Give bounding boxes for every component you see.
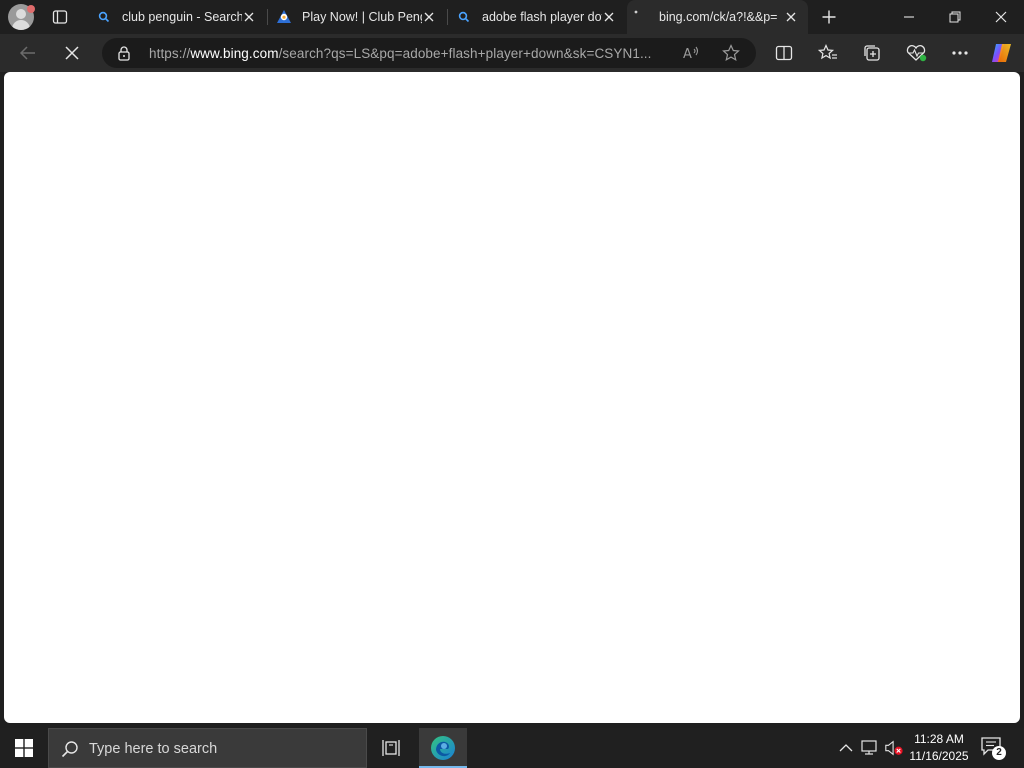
notification-count-badge: 2 bbox=[992, 746, 1006, 760]
favorites-list-icon bbox=[818, 44, 837, 60]
minimize-button[interactable] bbox=[886, 0, 932, 34]
tab-strip: club penguin - Search Play Now! | Club P… bbox=[0, 0, 1024, 34]
close-tab-icon[interactable] bbox=[602, 10, 616, 24]
clock-time: 11:28 AM bbox=[914, 732, 964, 746]
tab-club-penguin-search[interactable]: club penguin - Search bbox=[88, 0, 266, 34]
network-button[interactable] bbox=[860, 738, 880, 758]
new-tab-button[interactable] bbox=[818, 6, 840, 28]
copilot-icon bbox=[992, 44, 1011, 62]
volume-muted-icon bbox=[885, 740, 903, 756]
restore-icon bbox=[949, 11, 961, 23]
club-penguin-icon bbox=[276, 9, 292, 25]
browser-essentials-button[interactable] bbox=[902, 40, 930, 66]
page-content-area[interactable] bbox=[4, 72, 1020, 723]
loading-icon bbox=[629, 9, 645, 25]
start-button[interactable] bbox=[0, 728, 48, 768]
url-prefix: https:// bbox=[149, 46, 191, 61]
tab-actions-button[interactable] bbox=[48, 6, 72, 28]
tab-title: Play Now! | Club Peng bbox=[302, 10, 422, 24]
windows-taskbar: Type here to search 11:28 AM 11/16/2025 … bbox=[0, 728, 1024, 768]
favorites-button[interactable] bbox=[814, 40, 842, 66]
bing-search-icon bbox=[456, 9, 472, 25]
action-center-button[interactable]: 2 bbox=[980, 736, 1006, 760]
favorite-star-icon[interactable] bbox=[721, 44, 741, 62]
url-text[interactable]: https://www.bing.com/search?qs=LS&pq=ado… bbox=[149, 46, 652, 61]
task-view-icon bbox=[382, 740, 400, 756]
show-hidden-icons-button[interactable] bbox=[836, 738, 856, 758]
split-screen-button[interactable] bbox=[770, 40, 798, 66]
search-icon bbox=[61, 741, 78, 758]
edge-browser-icon bbox=[431, 736, 455, 760]
read-aloud-icon[interactable]: A bbox=[682, 44, 702, 62]
taskbar-search-box[interactable]: Type here to search bbox=[48, 728, 367, 768]
ellipsis-icon bbox=[952, 51, 968, 55]
tab-title: adobe flash player dov bbox=[482, 10, 602, 24]
taskbar-clock[interactable]: 11:28 AM 11/16/2025 bbox=[902, 731, 976, 765]
close-tab-icon[interactable] bbox=[242, 10, 256, 24]
restore-button[interactable] bbox=[932, 0, 978, 34]
stop-icon bbox=[65, 46, 79, 60]
plus-icon bbox=[822, 10, 836, 24]
url-host: www.bing.com bbox=[190, 46, 279, 61]
heart-pulse-icon bbox=[906, 45, 927, 62]
address-bar[interactable]: https://www.bing.com/search?qs=LS&pq=ado… bbox=[102, 38, 756, 68]
stop-loading-button[interactable] bbox=[58, 40, 86, 66]
minimize-icon bbox=[904, 16, 914, 18]
task-view-button[interactable] bbox=[368, 728, 416, 768]
bing-search-icon bbox=[96, 9, 112, 25]
tab-title: bing.com/ck/a?!&&p= bbox=[659, 10, 777, 24]
windows-logo-icon bbox=[15, 739, 33, 757]
profile-notification-dot bbox=[27, 5, 35, 13]
clock-date: 11/16/2025 bbox=[909, 749, 969, 763]
volume-button[interactable] bbox=[884, 738, 904, 758]
tab-adobe-flash-search[interactable]: adobe flash player dov bbox=[448, 0, 626, 34]
tab-club-penguin-play[interactable]: Play Now! | Club Peng bbox=[268, 0, 446, 34]
vertical-tabs-icon bbox=[52, 10, 68, 24]
close-icon bbox=[995, 11, 1007, 23]
back-arrow-icon bbox=[19, 46, 35, 60]
copilot-button[interactable] bbox=[988, 40, 1016, 66]
tab-title: club penguin - Search bbox=[122, 10, 242, 24]
avatar-head bbox=[16, 9, 26, 19]
back-button[interactable] bbox=[14, 40, 42, 66]
lock-icon[interactable] bbox=[116, 45, 132, 61]
url-path: /search?qs=LS&pq=adobe+flash+player+down… bbox=[278, 46, 652, 61]
close-tab-icon[interactable] bbox=[784, 10, 798, 24]
collections-icon bbox=[864, 45, 880, 61]
close-tab-icon[interactable] bbox=[422, 10, 436, 24]
settings-more-button[interactable] bbox=[946, 40, 974, 66]
tab-bing-redirect[interactable]: bing.com/ck/a?!&&p= bbox=[627, 0, 808, 34]
avatar-body bbox=[12, 20, 30, 30]
split-screen-icon bbox=[775, 45, 793, 61]
close-window-button[interactable] bbox=[978, 0, 1024, 34]
collections-button[interactable] bbox=[858, 40, 886, 66]
browser-toolbar: https://www.bing.com/search?qs=LS&pq=ado… bbox=[0, 34, 1024, 72]
chevron-up-icon bbox=[839, 744, 853, 752]
network-icon bbox=[861, 740, 877, 755]
svg-text:A: A bbox=[683, 47, 692, 62]
search-placeholder: Type here to search bbox=[89, 741, 218, 757]
taskbar-edge-app[interactable] bbox=[419, 728, 467, 768]
